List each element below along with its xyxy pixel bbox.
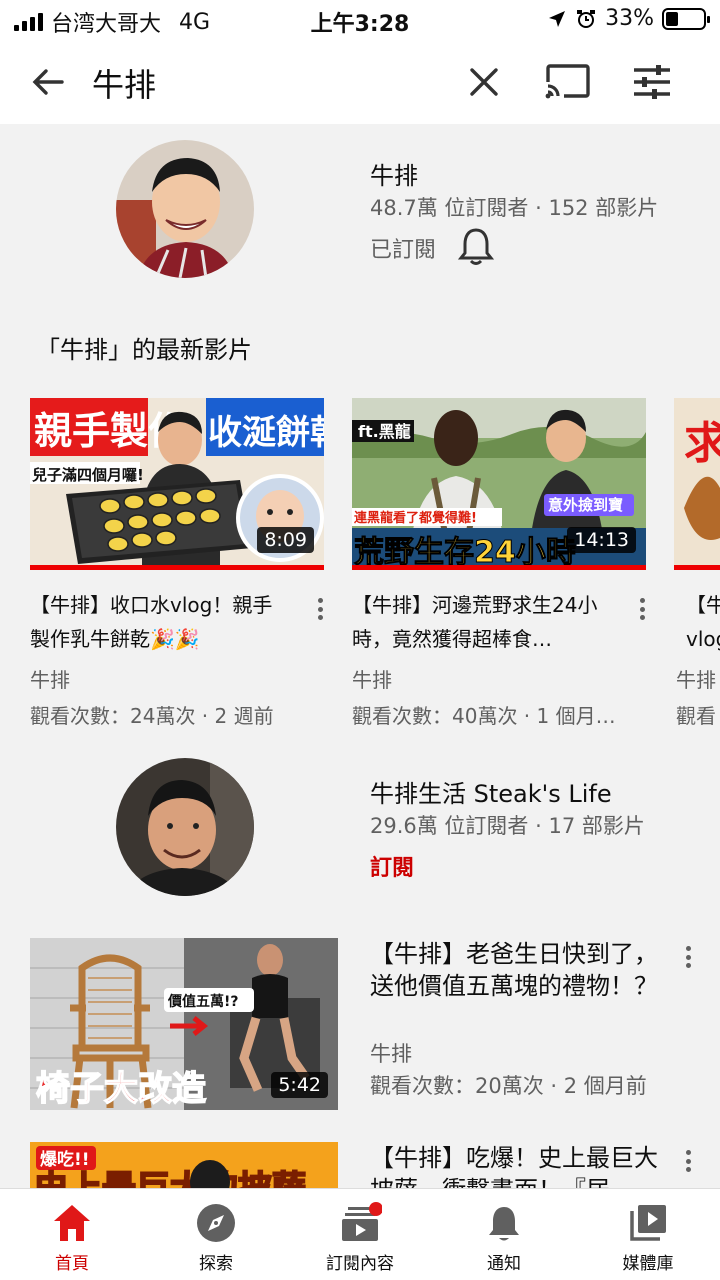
video-meta: 觀看次數：20萬次 · 2 個月前 (370, 1074, 647, 1098)
alarm-icon (577, 9, 596, 28)
channel-meta: 48.7萬 位訂閱者 · 152 部影片 (370, 196, 659, 220)
nav-home[interactable]: 首頁 (0, 1189, 144, 1280)
nav-label: 首頁 (55, 1254, 89, 1274)
video-channel[interactable]: 牛排 (352, 664, 392, 693)
video-meta: 觀看次數：40萬次 · 1 個月… (352, 704, 616, 728)
nav-library[interactable]: 媒體庫 (576, 1189, 720, 1280)
subscribe-button[interactable]: 訂閱 (370, 850, 414, 882)
thumb-caption: 連黑龍看了都覺得難! (354, 510, 477, 526)
bottom-navigation: 首頁 探索 訂閱內容 通知 媒體庫 (0, 1188, 720, 1280)
channel-avatar[interactable] (116, 758, 254, 896)
video-duration: 14:13 (567, 527, 636, 553)
filter-icon[interactable] (630, 60, 674, 104)
nav-label: 通知 (487, 1254, 521, 1274)
bell-icon (489, 1207, 519, 1241)
home-icon (54, 1205, 90, 1241)
channel-name[interactable]: 牛排生活 Steak's Life (370, 774, 612, 809)
thumb-caption: ft.黑龍 (358, 422, 411, 441)
nav-explore[interactable]: 探索 (144, 1189, 288, 1280)
library-icon (630, 1205, 666, 1241)
back-arrow-icon[interactable] (28, 62, 68, 102)
thumb-caption: 價值五萬!? (167, 993, 239, 1010)
subscriptions-icon (342, 1202, 382, 1241)
explore-icon (197, 1204, 235, 1242)
video-channel[interactable]: 牛排 (676, 664, 716, 693)
search-query-input[interactable]: 牛排 (92, 60, 156, 106)
video-thumbnail[interactable]: 爆吃!! 史上最巨大的披薩 (30, 1142, 338, 1188)
video-duration: 5:42 (271, 1072, 328, 1098)
nav-label: 探索 (199, 1254, 233, 1274)
subscribed-button[interactable]: 已訂閱 (370, 232, 436, 264)
video-thumbnail[interactable]: 親手製作 收涎餅乾 兒子滿四個月囉! (30, 398, 324, 570)
video-title[interactable]: 【牛排】河邊荒野求生24小時，竟然獲得超棒食… (352, 588, 614, 656)
video-title[interactable]: 【牛排】吃爆！史上最巨大披薩，衝擊畫面！『居 (370, 1142, 660, 1188)
channel-meta: 29.6萬 位訂閱者 · 17 部影片 (370, 814, 645, 838)
search-bar: 牛排 (0, 40, 720, 124)
more-options-icon[interactable] (632, 594, 652, 624)
video-title[interactable]: 【牛 vlog (686, 588, 720, 656)
video-title[interactable]: 【牛排】收口水vlog！親手製作乳牛餅乾🎉🎉 (30, 588, 292, 656)
close-icon[interactable] (462, 60, 506, 104)
thumb-caption: 收涎餅乾 (208, 413, 324, 453)
search-results: 牛排 48.7萬 位訂閱者 · 152 部影片 已訂閱 「牛排」的最新影片 親手… (0, 124, 720, 1188)
bell-icon[interactable] (458, 226, 494, 266)
nav-label: 訂閱內容 (326, 1254, 394, 1274)
thumb-caption: 史上最巨大的披薩 (34, 1169, 306, 1188)
video-thumbnail[interactable]: ft.黑龍 連黑龍看了都覺得難! 意外撿到寶 荒野生存24小時 14:13 (352, 398, 646, 570)
location-icon (549, 10, 566, 27)
video-title[interactable]: 【牛排】老爸生日快到了，送他價值五萬塊的禮物！？ (370, 938, 660, 1002)
thumb-caption: 兒子滿四個月囉! (32, 466, 144, 484)
video-thumbnail[interactable]: 價值五萬!? 椅子大改造 5:42 (30, 938, 338, 1110)
thumb-caption: 椅子大改造 (36, 1069, 206, 1109)
more-options-icon[interactable] (678, 1146, 698, 1176)
more-options-icon[interactable] (310, 594, 330, 624)
nav-subscriptions[interactable]: 訂閱內容 (288, 1189, 432, 1280)
nav-notifications[interactable]: 通知 (432, 1189, 576, 1280)
nav-label: 媒體庫 (622, 1254, 674, 1274)
thumb-caption: 爆吃!! (40, 1149, 90, 1170)
battery-percent: 33% (605, 6, 654, 31)
video-channel[interactable]: 牛排 (370, 1038, 412, 1068)
status-bar: 台湾大哥大 4G 上午3:28 33% (0, 0, 720, 40)
thumb-caption: 求 (684, 418, 720, 469)
video-row[interactable]: 爆吃!! 史上最巨大的披薩 【牛排】吃爆！史上最巨大披薩，衝擊畫面！『居 (30, 1142, 720, 1188)
video-card[interactable]: 求 【牛 vlog 牛排 觀看 (674, 398, 720, 758)
cast-icon[interactable] (544, 60, 592, 104)
more-options-icon[interactable] (678, 942, 698, 972)
video-duration: 8:09 (257, 527, 314, 553)
section-title: 「牛排」的最新影片 (36, 336, 252, 364)
video-thumbnail[interactable]: 求 (674, 398, 720, 570)
video-row[interactable]: 價值五萬!? 椅子大改造 5:42 【牛排】老爸生日快到了，送他價值五萬塊的禮物… (30, 938, 720, 1128)
channel-avatar[interactable] (116, 140, 254, 278)
video-meta: 觀看次數：24萬次 · 2 週前 (30, 704, 274, 728)
video-channel[interactable]: 牛排 (30, 664, 70, 693)
battery-icon (662, 7, 710, 30)
thumb-caption: 意外撿到寶 (548, 496, 623, 514)
channel-name[interactable]: 牛排 (370, 156, 418, 191)
thumb-caption: 荒野生存24小時 (354, 535, 576, 570)
video-meta: 觀看 (676, 704, 716, 728)
